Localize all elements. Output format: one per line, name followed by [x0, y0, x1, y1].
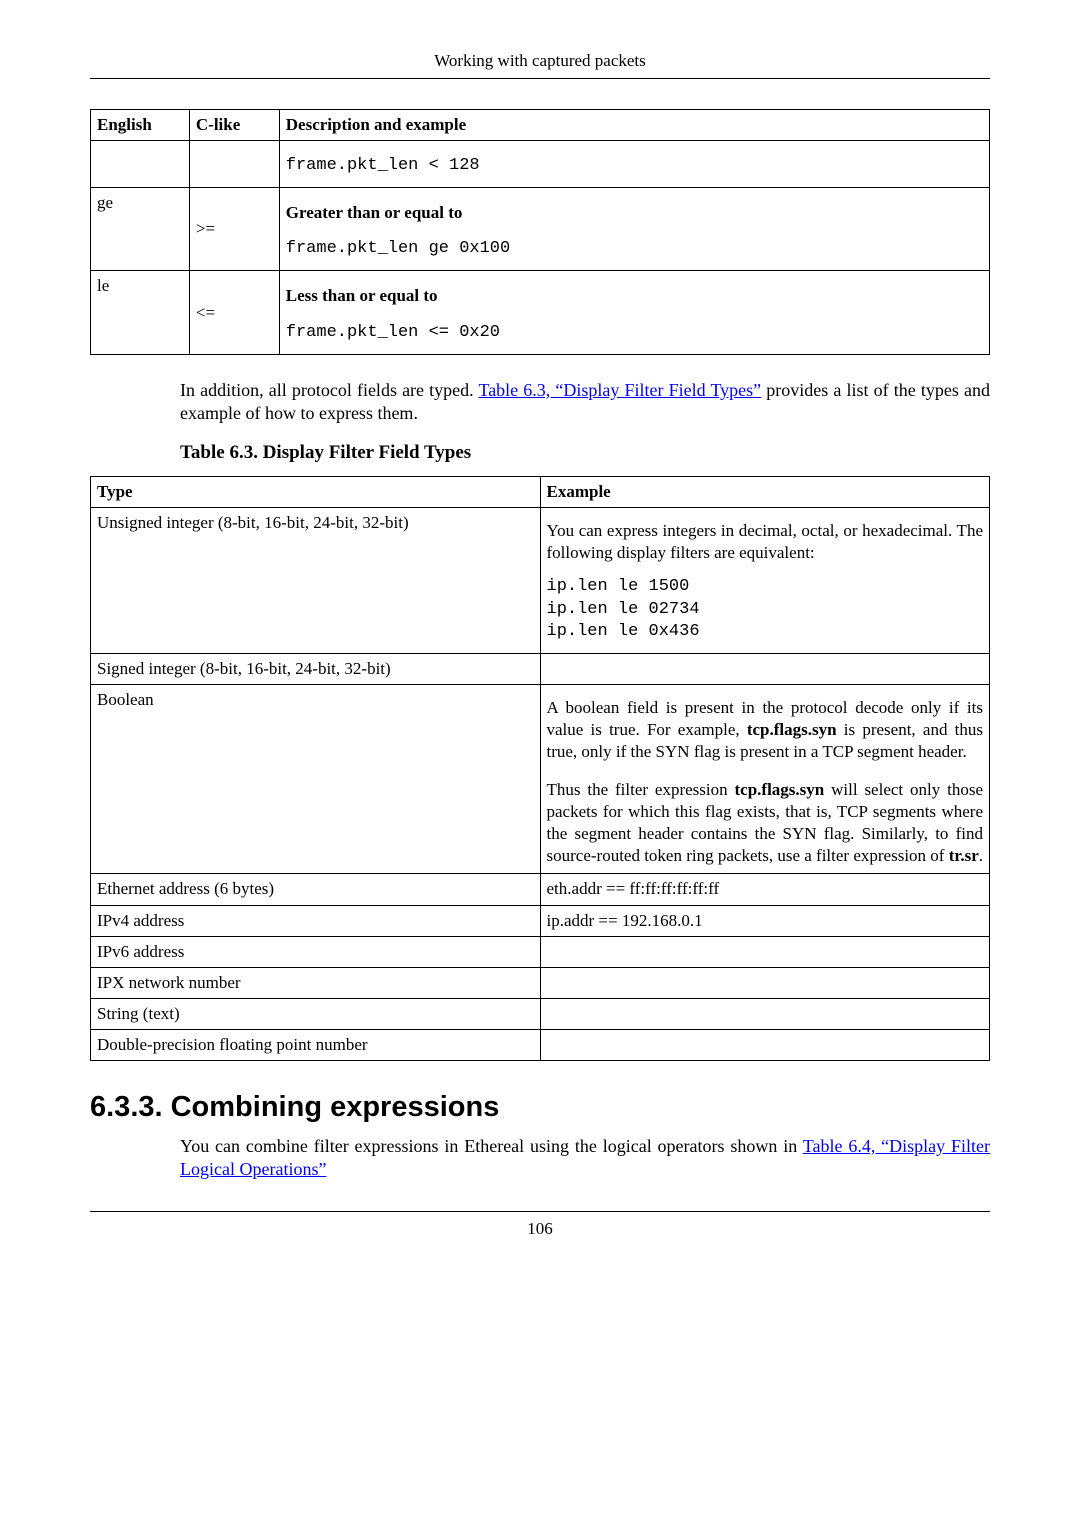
- col-clike: C-like: [189, 110, 279, 141]
- code-example: frame.pkt_len ge 0x100: [286, 228, 983, 266]
- operator-label: Less than or equal to: [286, 275, 983, 311]
- bold-term: tcp.flags.syn: [735, 780, 825, 799]
- table-row: Ethernet address (6 bytes) eth.addr == f…: [91, 874, 990, 905]
- cell-description: frame.pkt_len < 128: [279, 141, 989, 188]
- table-row: IPv6 address: [91, 936, 990, 967]
- cell-clike: [189, 141, 279, 188]
- operator-label: Greater than or equal to: [286, 192, 983, 228]
- cell-clike: <=: [189, 271, 279, 354]
- header-rule: [90, 78, 990, 79]
- cell-type: IPX network number: [91, 967, 541, 998]
- comparison-operators-table: English C-like Description and example f…: [90, 109, 990, 355]
- cell-english: [91, 141, 190, 188]
- example-text: You can express integers in decimal, oct…: [547, 512, 984, 566]
- table-row: Double-precision floating point number: [91, 1029, 990, 1060]
- cell-type: Unsigned integer (8-bit, 16-bit, 24-bit,…: [91, 508, 541, 653]
- running-header: Working with captured packets: [90, 50, 990, 78]
- cell-clike: >=: [189, 188, 279, 271]
- cell-example: [540, 936, 990, 967]
- cell-example: [540, 967, 990, 998]
- cell-type: IPv6 address: [91, 936, 541, 967]
- section-6-3-3-heading: 6.3.3. Combining expressions: [90, 1089, 990, 1127]
- table-row: ge >= Greater than or equal to frame.pkt…: [91, 188, 990, 271]
- table-row: Signed integer (8-bit, 16-bit, 24-bit, 3…: [91, 653, 990, 684]
- col-type: Type: [91, 477, 541, 508]
- cell-example: ip.addr == 192.168.0.1: [540, 905, 990, 936]
- table-row: frame.pkt_len < 128: [91, 141, 990, 188]
- cell-example: [540, 998, 990, 1029]
- cell-type: Boolean: [91, 684, 541, 874]
- section-paragraph: You can combine filter expressions in Et…: [180, 1135, 990, 1182]
- col-example: Example: [540, 477, 990, 508]
- text-span: Thus the filter expression: [547, 780, 735, 799]
- cell-description: Greater than or equal to frame.pkt_len g…: [279, 188, 989, 271]
- bold-term: tr.sr: [949, 846, 979, 865]
- cell-type: String (text): [91, 998, 541, 1029]
- text-span: .: [979, 846, 983, 865]
- table-row: IPv4 address ip.addr == 192.168.0.1: [91, 905, 990, 936]
- cell-type: Double-precision floating point number: [91, 1029, 541, 1060]
- code-example: frame.pkt_len <= 0x20: [286, 312, 983, 350]
- table-row: IPX network number: [91, 967, 990, 998]
- cell-description: Less than or equal to frame.pkt_len <= 0…: [279, 271, 989, 354]
- cell-type: IPv4 address: [91, 905, 541, 936]
- col-english: English: [91, 110, 190, 141]
- table-row: le <= Less than or equal to frame.pkt_le…: [91, 271, 990, 354]
- cell-example: You can express integers in decimal, oct…: [540, 508, 990, 653]
- intro-paragraph: In addition, all protocol fields are typ…: [180, 379, 990, 426]
- field-types-table: Type Example Unsigned integer (8-bit, 16…: [90, 476, 990, 1061]
- boolean-para1: A boolean field is present in the protoc…: [547, 689, 984, 765]
- cell-type: Ethernet address (6 bytes): [91, 874, 541, 905]
- table-header-row: Type Example: [91, 477, 990, 508]
- table-6-3-link[interactable]: Table 6.3, “Display Filter Field Types”: [478, 380, 761, 400]
- table-row: Unsigned integer (8-bit, 16-bit, 24-bit,…: [91, 508, 990, 653]
- table-row: String (text): [91, 998, 990, 1029]
- col-description: Description and example: [279, 110, 989, 141]
- cell-english: ge: [91, 188, 190, 271]
- cell-example: eth.addr == ff:ff:ff:ff:ff:ff: [540, 874, 990, 905]
- page-number: 106: [90, 1218, 990, 1240]
- table-row: Boolean A boolean field is present in th…: [91, 684, 990, 874]
- table-6-3-caption: Table 6.3. Display Filter Field Types: [180, 441, 990, 466]
- code-example: ip.len le 1500 ip.len le 02734 ip.len le…: [547, 566, 984, 648]
- cell-example: [540, 1029, 990, 1060]
- bold-term: tcp.flags.syn: [747, 720, 837, 739]
- boolean-para2: Thus the filter expression tcp.flags.syn…: [547, 765, 984, 869]
- cell-example: [540, 653, 990, 684]
- text-span: In addition, all protocol fields are typ…: [180, 380, 478, 400]
- footer-rule: [90, 1211, 990, 1212]
- code-example: frame.pkt_len < 128: [286, 145, 983, 183]
- cell-example: A boolean field is present in the protoc…: [540, 684, 990, 874]
- table-header-row: English C-like Description and example: [91, 110, 990, 141]
- cell-type: Signed integer (8-bit, 16-bit, 24-bit, 3…: [91, 653, 541, 684]
- cell-english: le: [91, 271, 190, 354]
- text-span: You can combine filter expressions in Et…: [180, 1136, 803, 1156]
